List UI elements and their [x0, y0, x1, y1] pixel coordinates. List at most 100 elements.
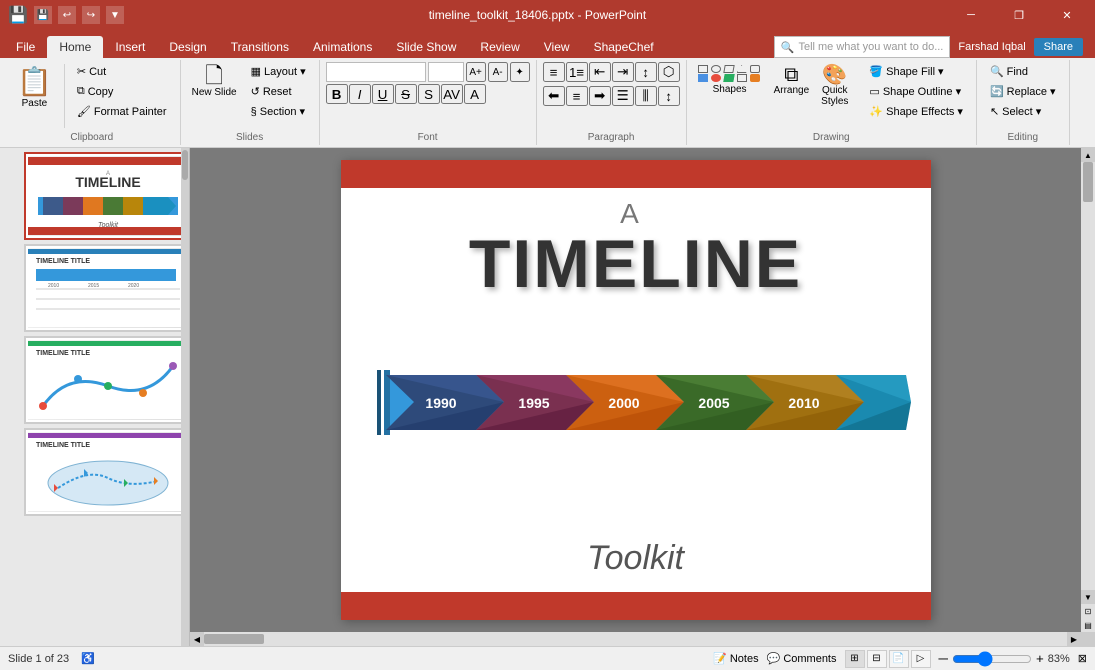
accessibility-icon[interactable]: ♿: [81, 652, 95, 665]
vscroll-down-btn[interactable]: ▼: [1081, 590, 1095, 604]
slide-1-thumb[interactable]: A TIMELINE Toolkit: [24, 152, 185, 240]
format-painter-button[interactable]: 🖌 Format Painter: [70, 102, 174, 121]
normal-view-btn[interactable]: ⊞: [845, 650, 865, 668]
shape-fill-button[interactable]: 🪣 Shape Fill ▾: [862, 62, 970, 81]
hscroll-track[interactable]: [204, 632, 1067, 646]
bold-btn[interactable]: B: [326, 84, 348, 104]
font-name-input[interactable]: [326, 62, 426, 82]
fit-btn[interactable]: ⊡: [1085, 604, 1092, 618]
new-slide-button[interactable]: 🗋 New Slide: [187, 62, 242, 101]
share-button[interactable]: Share: [1034, 38, 1083, 56]
canvas-hscrollbar[interactable]: ◀ ▶: [190, 632, 1095, 646]
close-btn[interactable]: ✕: [1047, 0, 1087, 30]
comments-button[interactable]: 💬 Comments: [767, 652, 837, 665]
select-button[interactable]: ↖ Select ▾: [983, 102, 1063, 121]
clear-format-btn[interactable]: ✦: [510, 62, 530, 82]
shape-outline-button[interactable]: ▭ Shape Outline ▾: [862, 82, 970, 101]
tell-me-search[interactable]: 🔍 Tell me what you want to do...: [774, 36, 951, 58]
tab-insert[interactable]: Insert: [103, 36, 157, 58]
zoom-fit-btn[interactable]: ▤: [1084, 618, 1092, 632]
reset-icon: ↺: [251, 85, 260, 98]
number-list-btn[interactable]: 1≡: [566, 62, 588, 82]
decrease-indent-btn[interactable]: ⇤: [589, 62, 611, 82]
text-direction-btn[interactable]: ↕: [635, 62, 657, 82]
editing-content: 🔍 Find 🔄 Replace ▾ ↖ Select ▾: [983, 62, 1063, 130]
tab-shapechef[interactable]: ShapeChef: [582, 36, 666, 58]
zoom-slider[interactable]: [952, 651, 1032, 667]
slide-2-thumb[interactable]: TIMELINE TITLE 2010 2015 2020: [24, 244, 185, 332]
zoom-in-btn[interactable]: +: [1036, 651, 1044, 666]
tab-animations[interactable]: Animations: [301, 36, 384, 58]
line-spacing-btn[interactable]: ↕: [658, 86, 680, 106]
tab-file[interactable]: File: [4, 36, 47, 58]
increase-font-btn[interactable]: A+: [466, 62, 486, 82]
slide-sorter-btn[interactable]: ⊟: [867, 650, 887, 668]
ribbon-tab-bar: File Home Insert Design Transitions Anim…: [0, 30, 1095, 58]
align-center-btn[interactable]: ≡: [566, 86, 588, 106]
slide-4-preview: TIMELINE TITLE: [28, 432, 181, 512]
find-button[interactable]: 🔍 Find: [983, 62, 1063, 81]
decrease-font-btn[interactable]: A-: [488, 62, 508, 82]
redo-quick-btn[interactable]: ↪: [82, 6, 100, 24]
font-size-input[interactable]: [428, 62, 464, 82]
save-quick-btn[interactable]: 💾: [34, 6, 52, 24]
tab-view[interactable]: View: [532, 36, 582, 58]
slide-2-container: 2 ★ TIMELINE TITLE 2010 2015 2020: [4, 244, 185, 332]
tab-design[interactable]: Design: [157, 36, 218, 58]
svg-text:2005: 2005: [698, 395, 729, 411]
strike-btn[interactable]: S: [395, 84, 417, 104]
increase-indent-btn[interactable]: ⇥: [612, 62, 634, 82]
align-right-btn[interactable]: ➡: [589, 86, 611, 106]
quick-styles-button[interactable]: 🎨 QuickStyles: [816, 62, 853, 110]
vscroll-up-btn[interactable]: ▲: [1081, 148, 1095, 162]
shape-effects-button[interactable]: ✨ Shape Effects ▾: [862, 102, 970, 121]
slide-4-thumb[interactable]: TIMELINE TITLE: [24, 428, 185, 516]
font-color-btn[interactable]: A: [464, 84, 486, 104]
status-right: 📝 Notes 💬 Comments ⊞ ⊟ 📄 ▷ ─ + 83% ⊠: [713, 650, 1087, 668]
replace-button[interactable]: 🔄 Replace ▾: [983, 82, 1063, 101]
minimize-btn[interactable]: ─: [951, 0, 991, 30]
canvas-vscrollbar[interactable]: ▲ ▼ ⊡ ▤: [1081, 148, 1095, 632]
reset-button[interactable]: ↺ Reset: [244, 82, 313, 101]
tab-review[interactable]: Review: [468, 36, 531, 58]
canvas-area[interactable]: A TIMELINE 1990: [190, 148, 1081, 632]
select-icon: ↖: [990, 105, 999, 118]
section-button[interactable]: § Section ▾: [244, 102, 313, 121]
justify-btn[interactable]: ☰: [612, 86, 634, 106]
slideshow-btn[interactable]: ▷: [911, 650, 931, 668]
customize-quick-btn[interactable]: ▼: [106, 6, 124, 24]
shadow-btn[interactable]: S: [418, 84, 440, 104]
slide-4-container: 4 ★ TIMELINE TITLE: [4, 428, 185, 516]
restore-btn[interactable]: ❐: [999, 0, 1039, 30]
tab-home[interactable]: Home: [47, 36, 103, 58]
copy-button[interactable]: ⧉ Copy: [70, 82, 174, 101]
slide-3-thumb[interactable]: TIMELINE TITLE: [24, 336, 185, 424]
tab-transitions[interactable]: Transitions: [219, 36, 301, 58]
reading-view-btn[interactable]: 📄: [889, 650, 909, 668]
cut-button[interactable]: ✂ Cut: [70, 62, 174, 81]
undo-quick-btn[interactable]: ↩: [58, 6, 76, 24]
hscroll-left-btn[interactable]: ◀: [190, 632, 204, 646]
tab-slideshow[interactable]: Slide Show: [384, 36, 468, 58]
italic-btn[interactable]: I: [349, 84, 371, 104]
zoom-out-btn[interactable]: ─: [939, 651, 948, 666]
slide-panel-scrollbar[interactable]: [181, 148, 189, 646]
col-btn[interactable]: ⫼: [635, 86, 657, 106]
font-label: Font: [418, 130, 438, 143]
hscroll-thumb[interactable]: [204, 634, 264, 644]
hscroll-right-btn[interactable]: ▶: [1067, 632, 1081, 646]
fit-slide-btn[interactable]: ⊠: [1078, 652, 1087, 665]
slide-canvas[interactable]: A TIMELINE 1990: [341, 160, 931, 620]
bullet-list-btn[interactable]: ≡: [543, 62, 565, 82]
align-left-btn[interactable]: ⬅: [543, 86, 565, 106]
paste-button[interactable]: 📋 Paste: [10, 62, 59, 112]
notes-button[interactable]: 📝 Notes: [713, 652, 758, 665]
layout-button[interactable]: ▦ Layout ▾: [244, 62, 313, 81]
spacing-btn[interactable]: AV: [441, 84, 463, 104]
arrange-button[interactable]: ⧉ Arrange: [769, 62, 815, 99]
vscroll-track[interactable]: [1081, 162, 1095, 590]
vscroll-thumb[interactable]: [1083, 162, 1093, 202]
convert-smartart-btn[interactable]: ⬡: [658, 62, 680, 82]
underline-btn[interactable]: U: [372, 84, 394, 104]
shapes-button[interactable]: Shapes: [693, 62, 767, 98]
